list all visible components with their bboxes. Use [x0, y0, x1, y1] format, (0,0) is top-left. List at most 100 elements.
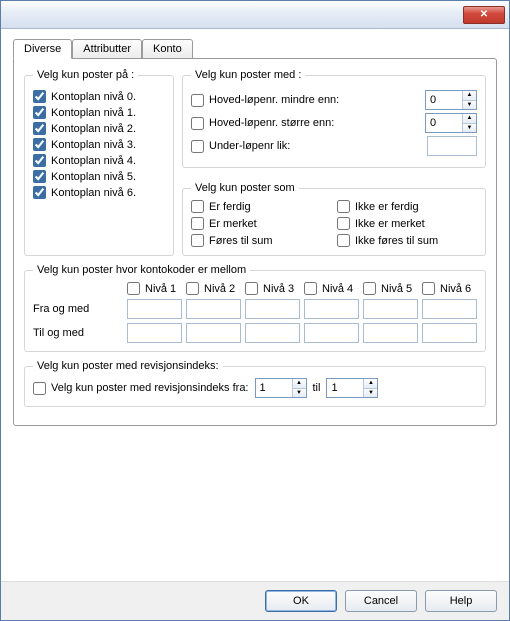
ok-button[interactable]: OK: [265, 590, 337, 612]
help-button[interactable]: Help: [425, 590, 497, 612]
er-ferdig-check[interactable]: Er ferdig: [191, 200, 331, 213]
under-equal-input[interactable]: [427, 136, 477, 156]
level-6-check[interactable]: Kontoplan nivå 6.: [33, 186, 136, 199]
less-than-checkbox[interactable]: [191, 94, 204, 107]
ikke-ferdig-checkbox[interactable]: [337, 200, 350, 213]
under-equal-label: Under-løpenr lik:: [209, 140, 290, 152]
from-n3-input[interactable]: [245, 299, 300, 319]
less-than-input[interactable]: [426, 91, 462, 109]
revision-checkbox[interactable]: [33, 382, 46, 395]
chevron-up-icon[interactable]: ▲: [463, 114, 476, 124]
niva6-checkbox[interactable]: [422, 282, 435, 295]
greater-than-label: Hoved-løpenr. større enn:: [209, 117, 334, 129]
level-0-check[interactable]: Kontoplan nivå 0.: [33, 90, 136, 103]
revision-from-input[interactable]: [256, 379, 292, 397]
niva2-check[interactable]: Nivå 2: [186, 282, 241, 295]
niva1-check[interactable]: Nivå 1: [127, 282, 182, 295]
tab-attributter[interactable]: Attributter: [72, 39, 142, 59]
niva5-checkbox[interactable]: [363, 282, 376, 295]
som-label: Er merket: [209, 218, 257, 230]
er-merket-check[interactable]: Er merket: [191, 217, 331, 230]
niva5-check[interactable]: Nivå 5: [363, 282, 418, 295]
less-than-spinner[interactable]: ▲▼: [425, 90, 477, 110]
level-2-check[interactable]: Kontoplan nivå 2.: [33, 122, 136, 135]
under-equal-check[interactable]: Under-løpenr lik:: [191, 140, 421, 153]
top-group: Velg kun poster på : Kontoplan nivå 0. K…: [24, 69, 486, 264]
chevron-down-icon[interactable]: ▼: [463, 101, 476, 110]
chevron-up-icon[interactable]: ▲: [463, 91, 476, 101]
level-1-checkbox[interactable]: [33, 106, 46, 119]
to-n1-input[interactable]: [127, 323, 182, 343]
to-n2-input[interactable]: [186, 323, 241, 343]
ikke-fores-sum-check[interactable]: Ikke føres til sum: [337, 234, 477, 247]
greater-than-checkbox[interactable]: [191, 117, 204, 130]
from-n5-input[interactable]: [363, 299, 418, 319]
revision-check[interactable]: Velg kun poster med revisjonsindeks fra:: [33, 382, 249, 395]
fores-sum-checkbox[interactable]: [191, 234, 204, 247]
tab-konto[interactable]: Konto: [142, 39, 193, 59]
ikke-ferdig-check[interactable]: Ikke er ferdig: [337, 200, 477, 213]
er-ferdig-checkbox[interactable]: [191, 200, 204, 213]
level-5-checkbox[interactable]: [33, 170, 46, 183]
level-4-check[interactable]: Kontoplan nivå 4.: [33, 154, 136, 167]
niva2-checkbox[interactable]: [186, 282, 199, 295]
from-n6-input[interactable]: [422, 299, 477, 319]
to-n4-input[interactable]: [304, 323, 359, 343]
med-group: Velg kun poster med : Hoved-løpenr. mind…: [182, 69, 486, 168]
under-equal-checkbox[interactable]: [191, 140, 204, 153]
level-6-checkbox[interactable]: [33, 186, 46, 199]
level-5-check[interactable]: Kontoplan nivå 5.: [33, 170, 136, 183]
chevron-down-icon[interactable]: ▼: [293, 389, 306, 398]
level-1-check[interactable]: Kontoplan nivå 1.: [33, 106, 136, 119]
level-4-label: Kontoplan nivå 4.: [51, 155, 136, 167]
fores-sum-check[interactable]: Føres til sum: [191, 234, 331, 247]
er-merket-checkbox[interactable]: [191, 217, 204, 230]
tab-diverse[interactable]: Diverse: [13, 39, 72, 59]
level-3-check[interactable]: Kontoplan nivå 3.: [33, 138, 136, 151]
close-button[interactable]: ✕: [463, 6, 505, 24]
som-label: Er ferdig: [209, 201, 251, 213]
to-n6-input[interactable]: [422, 323, 477, 343]
level-2-label: Kontoplan nivå 2.: [51, 123, 136, 135]
chevron-up-icon[interactable]: ▲: [364, 379, 377, 389]
from-n4-input[interactable]: [304, 299, 359, 319]
niva3-checkbox[interactable]: [245, 282, 258, 295]
niva6-check[interactable]: Nivå 6: [422, 282, 477, 295]
tab-strip: Diverse Attributter Konto: [13, 39, 497, 59]
to-n5-input[interactable]: [363, 323, 418, 343]
level-0-checkbox[interactable]: [33, 90, 46, 103]
level-2-checkbox[interactable]: [33, 122, 46, 135]
revision-group: Velg kun poster med revisjonsindeks: Vel…: [24, 360, 486, 407]
level-4-checkbox[interactable]: [33, 154, 46, 167]
less-than-label: Hoved-løpenr. mindre enn:: [209, 94, 339, 106]
from-n2-input[interactable]: [186, 299, 241, 319]
to-n3-input[interactable]: [245, 323, 300, 343]
greater-than-input[interactable]: [426, 114, 462, 132]
revision-to-input[interactable]: [327, 379, 363, 397]
niva3-check[interactable]: Nivå 3: [245, 282, 300, 295]
greater-than-spinner[interactable]: ▲▼: [425, 113, 477, 133]
level-3-checkbox[interactable]: [33, 138, 46, 151]
to-label: Til og med: [33, 327, 123, 339]
from-n1-input[interactable]: [127, 299, 182, 319]
revision-from-spinner[interactable]: ▲▼: [255, 378, 307, 398]
ikke-merket-checkbox[interactable]: [337, 217, 350, 230]
niva4-checkbox[interactable]: [304, 282, 317, 295]
niva1-checkbox[interactable]: [127, 282, 140, 295]
chevron-up-icon[interactable]: ▲: [293, 379, 306, 389]
revision-to-spinner[interactable]: ▲▼: [326, 378, 378, 398]
range-group: Velg kun poster hvor kontokoder er mello…: [24, 264, 486, 352]
som-label: Ikke føres til sum: [355, 235, 438, 247]
som-group-legend: Velg kun poster som: [191, 182, 299, 194]
niva4-check[interactable]: Nivå 4: [304, 282, 359, 295]
niva-label: Nivå 5: [381, 283, 412, 295]
chevron-down-icon[interactable]: ▼: [364, 389, 377, 398]
cancel-button[interactable]: Cancel: [345, 590, 417, 612]
ikke-merket-check[interactable]: Ikke er merket: [337, 217, 477, 230]
chevron-down-icon[interactable]: ▼: [463, 124, 476, 133]
niva-label: Nivå 6: [440, 283, 471, 295]
niva-label: Nivå 3: [263, 283, 294, 295]
less-than-check[interactable]: Hoved-løpenr. mindre enn:: [191, 94, 419, 107]
greater-than-check[interactable]: Hoved-løpenr. større enn:: [191, 117, 419, 130]
ikke-fores-sum-checkbox[interactable]: [337, 234, 350, 247]
